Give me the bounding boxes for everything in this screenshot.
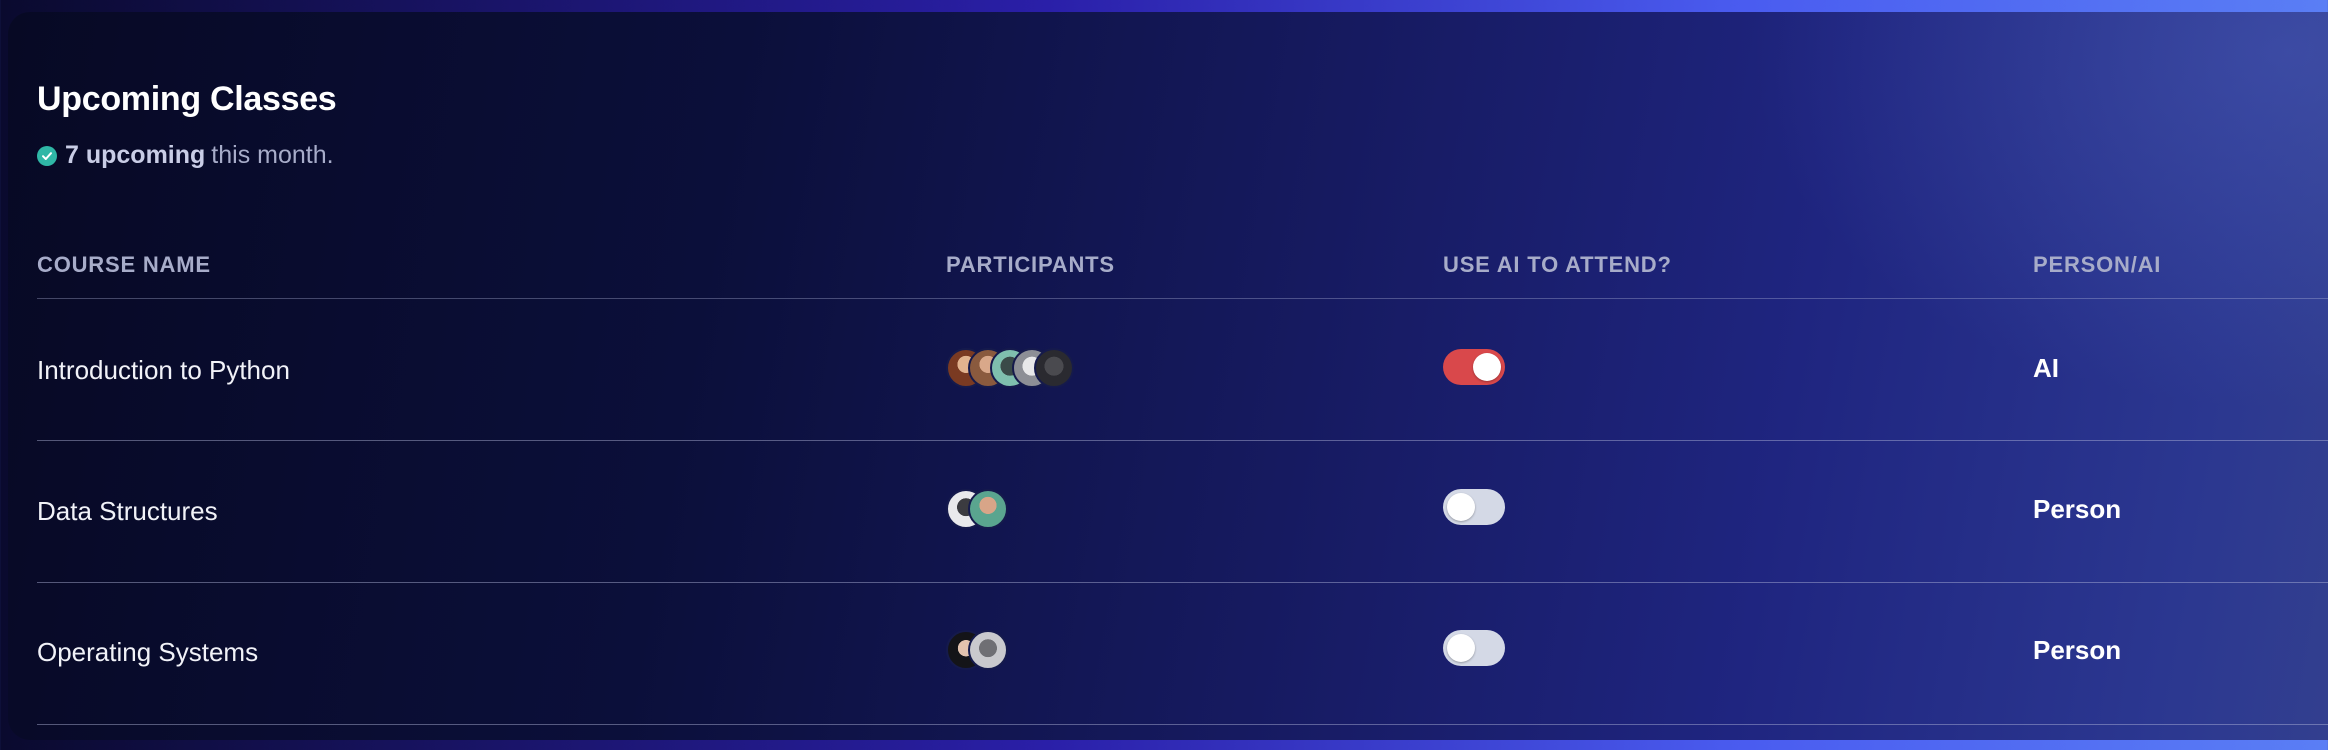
check-circle-icon <box>37 145 57 166</box>
upcoming-summary: 7 upcoming this month. <box>37 141 334 170</box>
upcoming-classes-card: Upcoming Classes 7 upcoming this month. … <box>8 12 2328 740</box>
card-title: Upcoming Classes <box>37 80 337 118</box>
avatar <box>968 630 1008 670</box>
course-name: Data Structures <box>37 496 218 526</box>
participant-avatars[interactable] <box>946 348 1074 388</box>
course-name: Operating Systems <box>37 637 259 667</box>
course-name: Introduction to Python <box>37 355 290 385</box>
participant-avatars[interactable] <box>946 489 1008 529</box>
upcoming-count: 7 upcoming <box>65 141 206 169</box>
table-row: Introduction to Python AI <box>37 299 2328 441</box>
attendance-mode: Person <box>2033 635 2122 665</box>
use-ai-toggle[interactable] <box>1443 489 1505 525</box>
header-use-ai: USE AI TO ATTEND? <box>1443 252 1672 277</box>
toggle-knob <box>1447 634 1475 662</box>
header-person-ai: PERSON/AI <box>2033 252 2162 277</box>
attendance-mode: Person <box>2033 494 2122 524</box>
participant-avatars[interactable] <box>946 630 1008 670</box>
avatar <box>1034 348 1074 388</box>
use-ai-toggle[interactable] <box>1443 349 1505 385</box>
table-row: Operating Systems Person <box>37 583 2328 725</box>
table-header: COURSE NAME PARTICIPANTS USE AI TO ATTEN… <box>37 248 2328 299</box>
table-row: Data Structures Person <box>37 441 2328 583</box>
header-course-name: COURSE NAME <box>37 252 211 277</box>
toggle-knob <box>1473 353 1501 381</box>
attendance-mode: AI <box>2033 353 2059 383</box>
toggle-knob <box>1447 493 1475 521</box>
upcoming-suffix: this month. <box>211 141 334 169</box>
avatar <box>968 489 1008 529</box>
use-ai-toggle[interactable] <box>1443 630 1505 666</box>
header-participants: PARTICIPANTS <box>946 252 1115 277</box>
